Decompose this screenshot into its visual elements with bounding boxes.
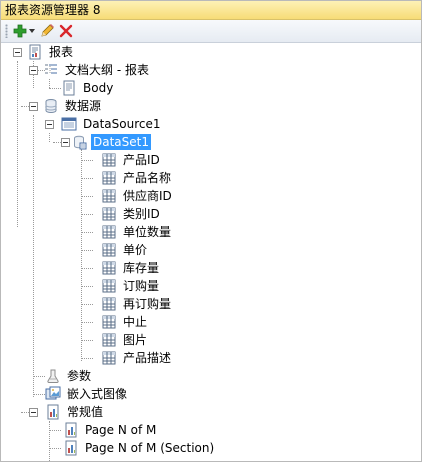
common-values-icon <box>45 404 61 420</box>
tree-node-field[interactable]: 订购量 <box>101 277 161 295</box>
panel-title-bar: 报表资源管理器 8 <box>1 1 421 20</box>
tree-node-label: 嵌入式图像 <box>67 387 128 401</box>
tree-node-parameters[interactable]: 参数 <box>45 367 93 385</box>
tree-node-field[interactable]: 中止 <box>101 313 149 331</box>
tree-node-field[interactable]: 库存量 <box>101 259 161 277</box>
tree-node-label: Body <box>83 81 114 95</box>
common-value-icon <box>63 440 79 456</box>
tree-node-common-value[interactable]: Page N of M <box>63 421 158 439</box>
tree-node-label: 供应商ID <box>123 189 172 203</box>
dataset-icon <box>71 134 87 150</box>
tree-node-body[interactable]: Body <box>61 79 115 97</box>
tree-node-label: 再订购量 <box>123 297 172 311</box>
database-icon <box>43 98 59 114</box>
tree-node-field[interactable]: 产品ID <box>101 151 162 169</box>
tree-node-label: 产品描述 <box>123 351 172 365</box>
field-icon <box>101 350 117 366</box>
tree-node-field[interactable]: 图片 <box>101 331 149 349</box>
tree-node-label: Page N of M (Section) <box>85 441 215 455</box>
tree-node-field[interactable]: 供应商ID <box>101 187 174 205</box>
edit-button[interactable] <box>39 22 55 40</box>
expander-common-values[interactable] <box>29 408 38 417</box>
tree-node-field[interactable]: 类别ID <box>101 205 162 223</box>
tree-node-field[interactable]: 再订购量 <box>101 295 173 313</box>
tree-node-field[interactable]: 单位数量 <box>101 223 173 241</box>
add-icon <box>13 24 27 38</box>
tree-node-label: 产品ID <box>123 153 160 167</box>
tree-node-field[interactable]: 单价 <box>101 241 149 259</box>
tree-node-label: 图片 <box>123 333 148 347</box>
tree-node-label: DataSource1 <box>83 117 161 131</box>
common-value-icon <box>63 422 79 438</box>
report-explorer-panel: 报表资源管理器 8 报表 文档大纲 - 报表 Body 数据源 DataSour… <box>0 0 422 462</box>
field-icon <box>101 296 117 312</box>
expander-datasources[interactable] <box>29 102 38 111</box>
tree-node-common-value[interactable]: Page N of M (Section) <box>63 439 216 457</box>
tree-node-label: 参数 <box>67 369 92 383</box>
report-icon <box>27 44 43 60</box>
tree-node-label: 单价 <box>123 243 148 257</box>
datasource-icon <box>61 116 77 132</box>
tree-node-field[interactable]: 产品名称 <box>101 169 173 187</box>
panel-title: 报表资源管理器 8 <box>5 3 101 17</box>
field-icon <box>101 260 117 276</box>
tree-node-field[interactable]: 产品描述 <box>101 349 173 367</box>
tree-node-common-values[interactable]: 常规值 <box>45 403 105 421</box>
delete-button[interactable] <box>59 22 73 40</box>
tree-node-label: Page N of M <box>85 423 157 437</box>
expander-datasource1[interactable] <box>45 120 54 129</box>
report-tree: 报表 文档大纲 - 报表 Body 数据源 DataSource1 DataSe… <box>1 43 421 461</box>
tree-node-label: DataSet1 <box>91 134 151 150</box>
body-icon <box>61 80 77 96</box>
tree-node-label: 库存量 <box>123 261 160 275</box>
field-icon <box>101 242 117 258</box>
tree-node-datasource1[interactable]: DataSource1 <box>61 115 163 133</box>
tree-node-label: 数据源 <box>65 99 102 113</box>
field-icon <box>101 278 117 294</box>
tree-node-label: 单位数量 <box>123 225 172 239</box>
add-button[interactable] <box>13 22 35 40</box>
tree-node-report[interactable]: 报表 <box>27 43 75 61</box>
field-icon <box>101 152 117 168</box>
field-icon <box>101 224 117 240</box>
tree-node-label: 中止 <box>123 315 148 329</box>
outline-icon <box>43 62 59 78</box>
field-icon <box>101 206 117 222</box>
image-icon <box>45 386 61 402</box>
expander-dataset1[interactable] <box>61 138 70 147</box>
tree-node-label: 常规值 <box>67 405 104 419</box>
parameter-icon <box>45 368 61 384</box>
field-icon <box>101 332 117 348</box>
tree-node-label: 文档大纲 - 报表 <box>65 63 149 77</box>
tree-node-embedded-images[interactable]: 嵌入式图像 <box>45 385 129 403</box>
tree-node-label: 订购量 <box>123 279 160 293</box>
toolbar <box>1 20 421 43</box>
field-icon <box>101 188 117 204</box>
tree-node-data-sources[interactable]: 数据源 <box>43 97 103 115</box>
toolbar-grip[interactable] <box>5 24 8 38</box>
tree-node-dataset1[interactable]: DataSet1 <box>71 133 151 151</box>
tree-node-label: 产品名称 <box>123 171 172 185</box>
tree-node-label: 报表 <box>49 45 74 59</box>
dropdown-arrow-icon <box>29 29 35 33</box>
expander-outline[interactable] <box>29 66 38 75</box>
expander-report[interactable] <box>13 48 22 57</box>
field-icon <box>101 314 117 330</box>
tree-node-label: 类别ID <box>123 207 160 221</box>
field-icon <box>101 170 117 186</box>
pencil-icon <box>39 23 55 39</box>
delete-icon <box>59 24 73 38</box>
tree-node-document-outline[interactable]: 文档大纲 - 报表 <box>43 61 151 79</box>
